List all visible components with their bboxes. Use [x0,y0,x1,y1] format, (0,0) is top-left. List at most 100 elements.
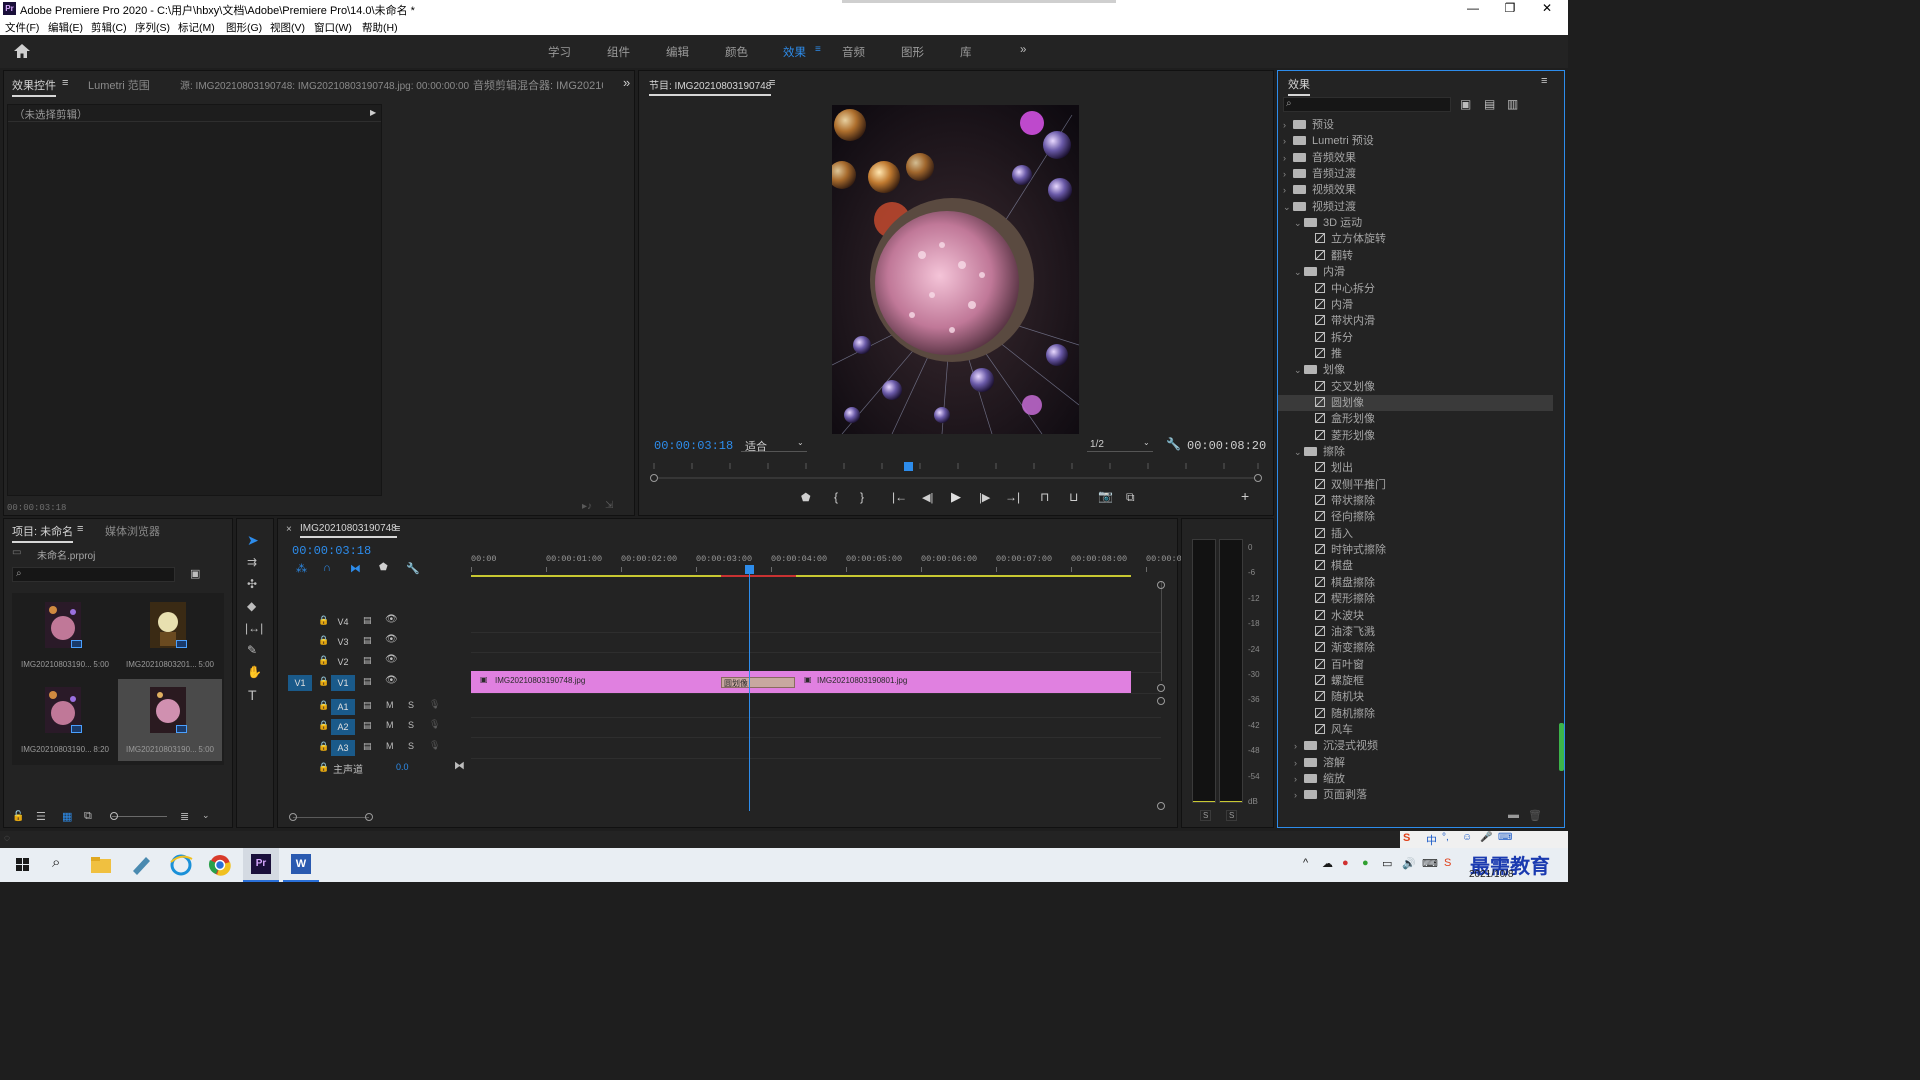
extract-icon[interactable]: ⊔ [1069,490,1078,504]
video-scrollbar[interactable] [1161,581,1162,681]
sync-lock-icon[interactable]: ▤ [363,741,372,752]
sync-lock-icon[interactable]: ▤ [363,676,372,687]
chevron-down-icon[interactable]: ⌄ [1294,215,1304,231]
zoom-slider-handle[interactable] [110,812,118,820]
effects-folder[interactable]: › 溶解 [1294,755,1553,771]
close-sequence-icon[interactable]: × [286,524,292,535]
project-item-selected[interactable]: IMG20210803190... 5:00 [118,679,222,761]
effect-item[interactable]: 随机擦除 [1305,706,1553,722]
effects-folder[interactable]: › 音频效果 [1283,150,1553,166]
effect-item[interactable]: 交叉划像 [1305,379,1553,395]
track-lock-icon[interactable]: 🔒 [318,655,329,666]
project-menu-icon[interactable]: ≡ [77,523,83,535]
workspace-audio[interactable]: 音频 [842,44,865,60]
sync-lock-icon[interactable]: ▤ [363,720,372,731]
zoom-handle-left[interactable] [289,813,297,821]
compare-view-icon[interactable]: ⧉ [1126,490,1135,505]
menu-help[interactable]: 帮助(H) [362,20,398,35]
chevron-down-icon[interactable]: ⌄ [1294,264,1304,280]
selection-tool-icon[interactable]: ➤ [247,532,259,549]
track-lock-icon[interactable]: 🔒 [318,635,329,646]
chevron-down-icon[interactable]: ⌄ [202,810,210,821]
solo-button[interactable]: S [408,720,414,730]
find-bin-icon[interactable]: ▣ [190,567,200,580]
tab-source-monitor[interactable]: 源: IMG20210803190748: IMG20210803190748.… [180,77,469,92]
menu-window[interactable]: 窗口(W) [314,20,352,35]
effect-item[interactable]: 中心拆分 [1305,281,1553,297]
program-playhead[interactable] [903,462,913,471]
effect-item[interactable]: 径向擦除 [1305,509,1553,525]
solo-button[interactable]: S [408,741,414,751]
mark-out-icon[interactable]: } [860,490,864,504]
minimize-button[interactable]: — [1463,1,1483,15]
scroll-handle[interactable] [1157,697,1165,705]
freeform-view-icon[interactable]: ⧉ [84,810,92,823]
slip-tool-icon[interactable]: |↔| [245,621,263,635]
voiceover-mic-icon[interactable]: 🎙 [429,740,440,751]
snap-icon[interactable]: ∩ [323,562,331,574]
workspace-libraries[interactable]: 库 [960,44,972,60]
search-icon[interactable]: ⌕ [52,854,60,871]
go-to-in-icon[interactable]: |← [892,490,907,504]
go-to-out-icon[interactable]: →| [1005,490,1020,504]
effect-item[interactable]: 圆划像 [1278,394,1553,411]
track-lock-icon[interactable]: 🔒 [318,741,329,752]
sort-icon[interactable]: ≣ [180,810,189,823]
tray-app-icon[interactable]: ● [1342,857,1349,869]
mute-button[interactable]: M [386,720,394,730]
tray-ime-icon[interactable]: ⌨ [1422,857,1438,870]
solo-button[interactable]: S [408,700,414,710]
tab-media-browser[interactable]: 媒体浏览器 [105,523,160,539]
mute-button[interactable]: M [386,700,394,710]
menu-sequence[interactable]: 序列(S) [135,20,170,35]
zoom-handle-right[interactable] [365,813,373,821]
chevron-right-icon[interactable]: › [1283,166,1293,182]
program-current-timecode[interactable]: 00:00:03:18 [654,439,733,453]
timeline-settings-icon[interactable]: 🔧 [406,562,420,575]
meter-solo-left[interactable]: S [1200,810,1212,821]
add-marker-icon[interactable]: ⬟ [801,491,811,504]
chevron-right-icon[interactable]: › [1294,738,1304,754]
effect-item[interactable]: 立方体旋转 [1305,231,1553,247]
chevron-down-icon[interactable]: ⌄ [1294,444,1304,460]
transition-circle-wipe[interactable]: 圆划像 [721,677,795,688]
menu-clip[interactable]: 剪辑(C) [91,20,127,35]
sogou-ime-icon[interactable]: S [1403,832,1410,844]
effects-folder[interactable]: › 缩放 [1294,771,1553,787]
effect-item[interactable]: 棋盘 [1305,558,1553,574]
track-lock-icon[interactable]: 🔒 [318,700,329,711]
effects-folder[interactable]: › 沉浸式视频 [1294,738,1553,754]
scroll-handle[interactable] [1157,684,1165,692]
voiceover-mic-icon[interactable]: 🎙 [429,719,440,730]
timeline-ruler[interactable]: 00:00 00:00:01:00 00:00:02:00 00:00:03:00 00… [471,549,1192,579]
effects-folder[interactable]: › Lumetri 预设 [1283,133,1553,149]
mark-in-icon[interactable]: { [834,490,838,504]
chevron-right-icon[interactable]: › [1283,182,1293,198]
tray-volume-icon[interactable]: 🔊 [1402,857,1416,870]
track-select-tool-icon[interactable]: ⇉ [247,555,257,569]
timeline-playhead[interactable] [745,565,754,574]
track-target-a2[interactable]: A2 [331,719,355,735]
workspace-color[interactable]: 颜色 [725,44,748,60]
effects-folder[interactable]: › 音频过渡 [1283,166,1553,182]
filter-icon[interactable]: ▸♪ [582,501,592,512]
ime-keyboard-icon[interactable]: ⌨ [1498,832,1512,843]
close-button[interactable]: ✕ [1537,1,1557,15]
menu-graphics[interactable]: 图形(G) [226,20,262,35]
track-target-v1[interactable]: V1 [331,675,355,691]
tab-effect-controls[interactable]: 效果控件 [12,77,56,97]
resolution-dropdown[interactable]: 1/2 ⌄ [1087,437,1153,452]
tab-lumetri-scopes[interactable]: Lumetri 范围 [88,77,150,93]
track-target-a3[interactable]: A3 [331,740,355,756]
effect-item[interactable]: 螺旋框 [1305,673,1553,689]
master-track-icon[interactable]: ⧓ [454,759,465,772]
effect-item[interactable]: 棋盘擦除 [1305,575,1553,591]
type-tool-icon[interactable]: T [248,687,257,703]
workspace-learn[interactable]: 学习 [548,44,571,60]
hand-tool-icon[interactable]: ✋ [247,665,262,679]
tray-cloud-icon[interactable]: ☁ [1322,857,1333,870]
effect-item[interactable]: 水波块 [1305,608,1553,624]
chevron-down-icon[interactable]: ⌄ [1294,362,1304,378]
effect-item[interactable]: 带状擦除 [1305,493,1553,509]
sequence-menu-icon[interactable]: ≡ [394,523,400,535]
